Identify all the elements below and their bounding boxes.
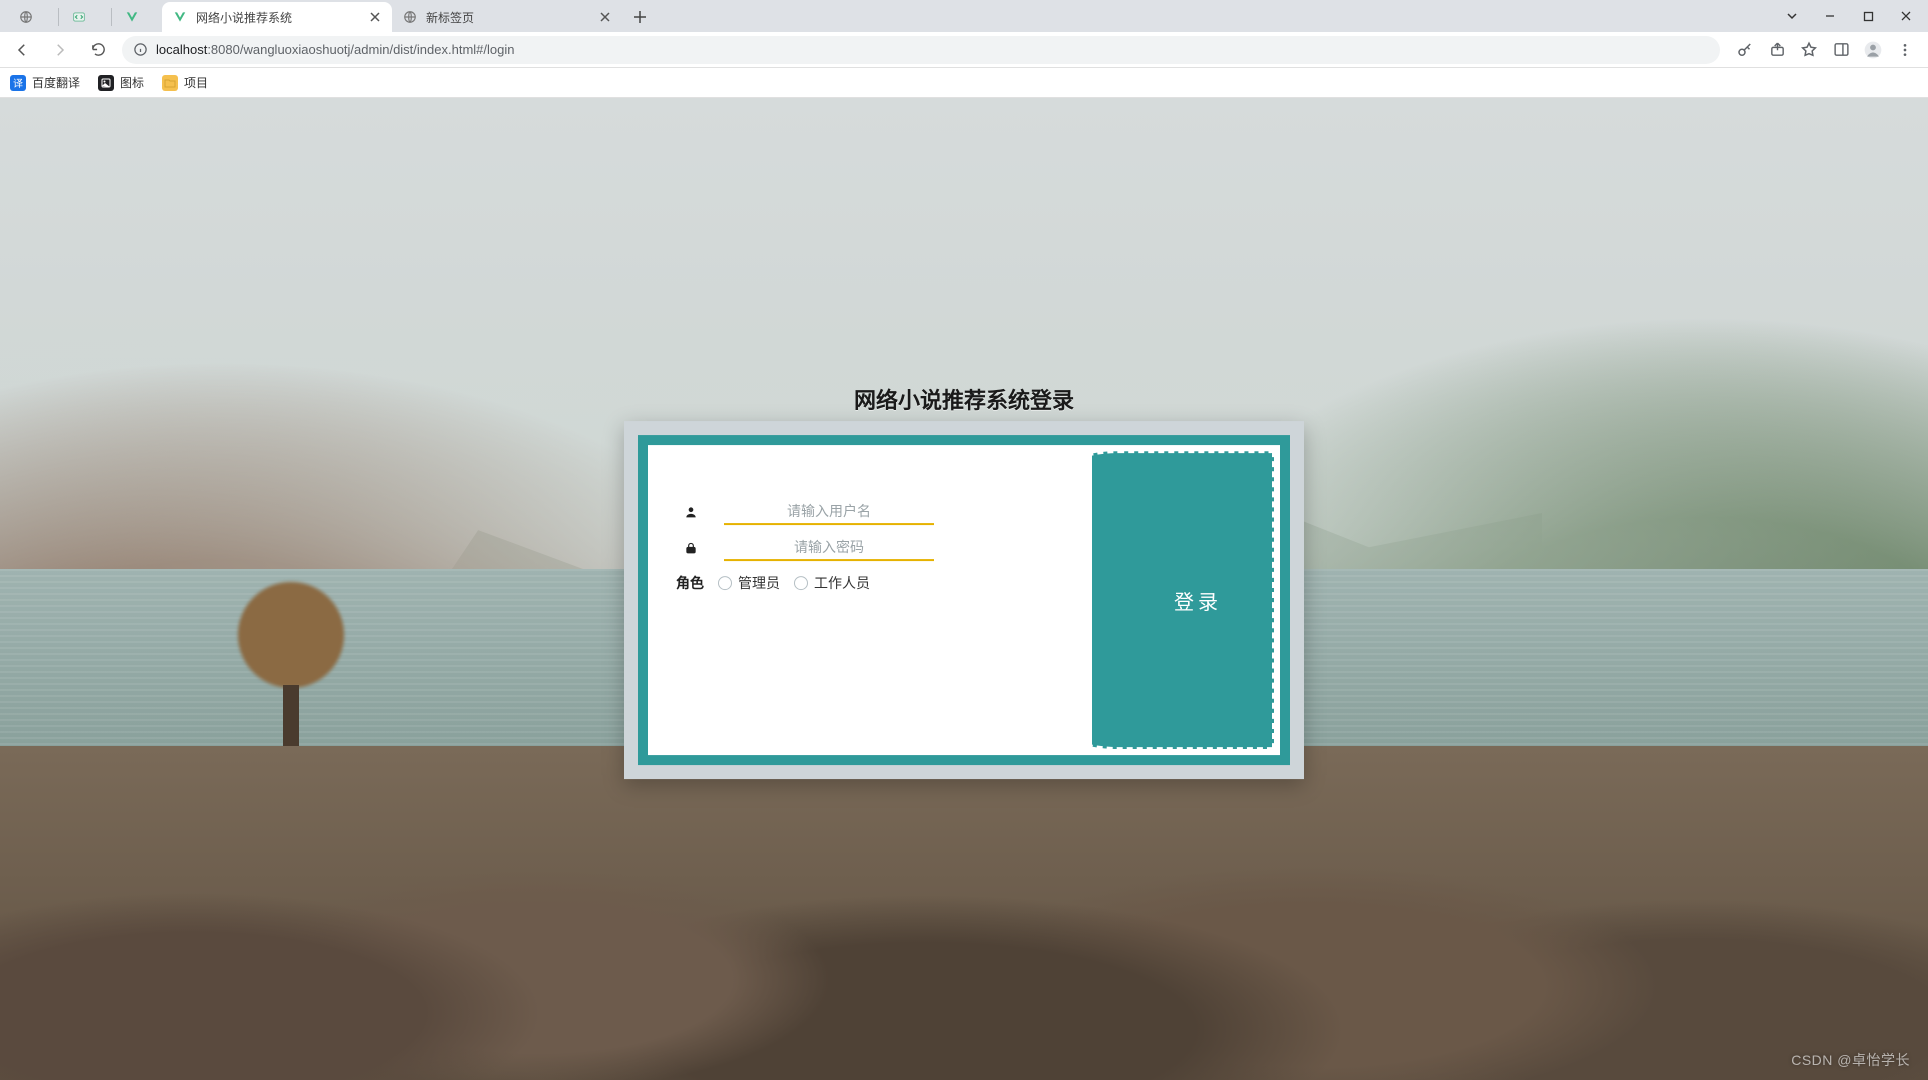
window-minimize-button[interactable] <box>1812 2 1848 30</box>
profile-icon[interactable] <box>1862 39 1884 61</box>
page-viewport: 网络小说推荐系统登录 <box>0 98 1928 1080</box>
translate-icon: 译 <box>10 75 26 91</box>
bookmark-baidu[interactable]: 译 百度翻译 <box>10 74 80 91</box>
tab-blank[interactable] <box>8 2 56 32</box>
bookmark-label: 项目 <box>184 74 208 91</box>
browser-toolbar: localhost:8080/wangluoxiaoshuotj/admin/d… <box>0 32 1928 68</box>
back-button[interactable] <box>8 36 36 64</box>
folder-icon <box>162 75 178 91</box>
password-input[interactable] <box>724 535 934 561</box>
radio-icon <box>794 576 808 590</box>
close-icon[interactable] <box>598 10 612 24</box>
address-bar[interactable]: localhost:8080/wangluoxiaoshuotj/admin/d… <box>122 36 1720 64</box>
window-maximize-button[interactable] <box>1850 2 1886 30</box>
username-input[interactable] <box>724 499 934 525</box>
user-icon <box>676 505 706 519</box>
vue-icon <box>172 9 188 25</box>
vue-icon <box>124 9 140 25</box>
role-option-label: 工作人员 <box>814 573 870 593</box>
chevron-down-icon[interactable] <box>1774 2 1810 30</box>
image-icon <box>98 75 114 91</box>
forward-button[interactable] <box>46 36 74 64</box>
tab-newtab[interactable]: 新标签页 <box>392 2 622 32</box>
browser-tabstrip: 网络小说推荐系统 新标签页 <box>0 0 1928 32</box>
bookmark-label: 百度翻译 <box>32 74 80 91</box>
sidepanel-icon[interactable] <box>1830 39 1852 61</box>
code-icon <box>71 9 87 25</box>
tab-code[interactable] <box>61 2 109 32</box>
role-option-admin[interactable]: 管理员 <box>718 573 780 593</box>
reload-button[interactable] <box>84 36 112 64</box>
globe-icon <box>18 9 34 25</box>
key-icon[interactable] <box>1734 39 1756 61</box>
role-option-staff[interactable]: 工作人员 <box>794 573 870 593</box>
tab-app[interactable]: 网络小说推荐系统 <box>162 2 392 32</box>
watermark: CSDN @卓怡学长 <box>1791 1050 1910 1070</box>
info-icon <box>132 42 148 58</box>
globe-icon <box>402 9 418 25</box>
tab-title: 网络小说推荐系统 <box>196 9 360 26</box>
url-text: localhost:8080/wangluoxiaoshuotj/admin/d… <box>156 42 514 57</box>
menu-icon[interactable] <box>1894 39 1916 61</box>
close-icon[interactable] <box>368 10 382 24</box>
window-close-button[interactable] <box>1888 2 1924 30</box>
login-title: 网络小说推荐系统登录 <box>624 383 1304 415</box>
star-icon[interactable] <box>1798 39 1820 61</box>
bookmark-icons[interactable]: 图标 <box>98 74 144 91</box>
role-option-label: 管理员 <box>738 573 780 593</box>
login-button[interactable]: 登录 <box>1158 580 1238 620</box>
new-tab-button[interactable] <box>626 3 654 31</box>
bookmark-label: 图标 <box>120 74 144 91</box>
login-form: 角色 管理员 工作人员 <box>648 445 1080 755</box>
role-label: 角色 <box>676 573 704 593</box>
window-controls <box>1774 0 1924 32</box>
radio-icon <box>718 576 732 590</box>
bookmarks-bar: 译 百度翻译 图标 项目 <box>0 68 1928 98</box>
login-card: 角色 管理员 工作人员 <box>624 421 1304 779</box>
tab-title: 新标签页 <box>426 9 590 26</box>
share-icon[interactable] <box>1766 39 1788 61</box>
bookmark-project[interactable]: 项目 <box>162 74 208 91</box>
tab-vue[interactable] <box>114 2 162 32</box>
lock-icon <box>676 541 706 555</box>
